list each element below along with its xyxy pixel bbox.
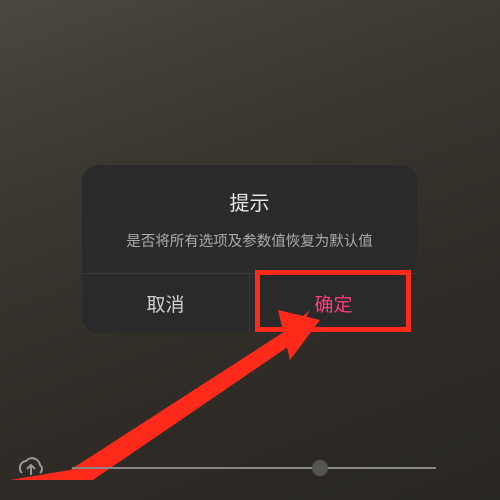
- dialog-message: 是否将所有选项及参数值恢复为默认值: [82, 224, 417, 273]
- dialog-button-row: 取消 确定: [82, 273, 417, 333]
- dialog-title: 提示: [102, 187, 397, 216]
- confirm-dialog: 提示 是否将所有选项及参数值恢复为默认值 取消 确定: [82, 165, 417, 333]
- dialog-header: 提示: [82, 165, 417, 224]
- bottom-toolbar: [0, 448, 500, 488]
- slider-track[interactable]: [72, 467, 436, 469]
- slider-thumb[interactable]: [312, 460, 328, 476]
- upload-cloud-icon[interactable]: [14, 451, 48, 485]
- confirm-button[interactable]: 确定: [250, 274, 417, 333]
- cancel-button[interactable]: 取消: [82, 274, 250, 333]
